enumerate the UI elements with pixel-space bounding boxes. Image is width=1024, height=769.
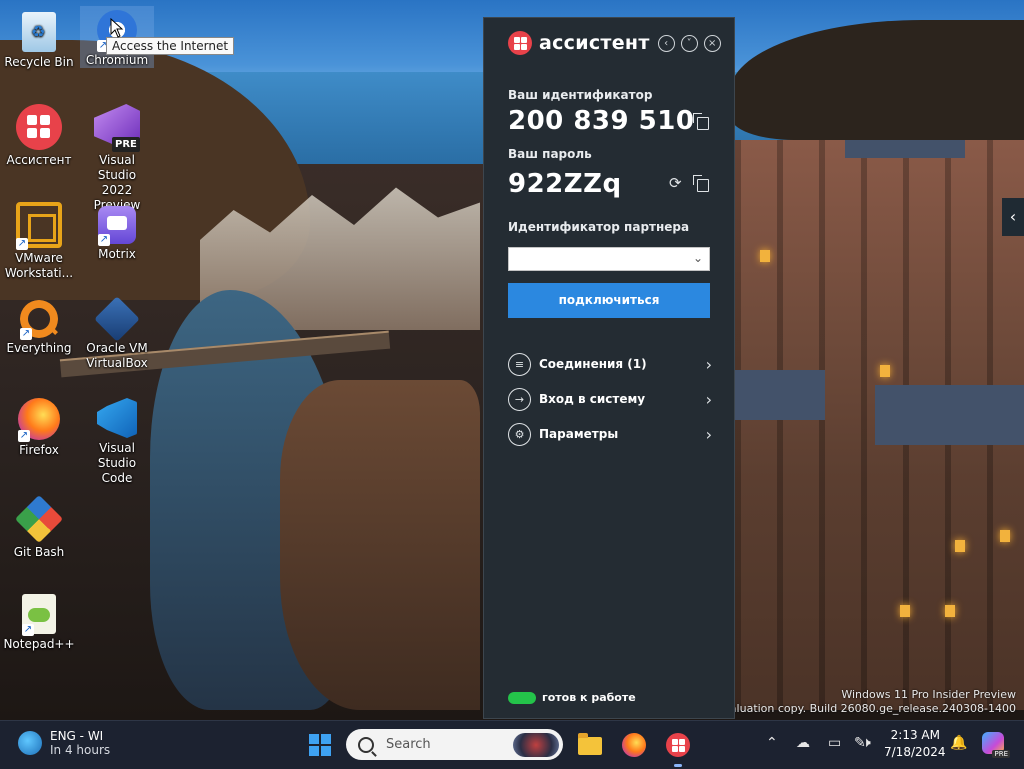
vs-preview-badge: PRE xyxy=(112,137,140,152)
status-indicator: готов к работе xyxy=(508,691,636,704)
motrix-icon: ↗ xyxy=(98,206,136,246)
refresh-password-icon[interactable]: ⟳ xyxy=(669,176,683,191)
desktop-icon-recycle-bin[interactable]: ♻ Recycle Bin xyxy=(2,8,76,70)
weather-widget[interactable]: ENG - WI In 4 hours xyxy=(18,729,110,757)
running-indicator xyxy=(674,764,682,767)
copy-id-icon[interactable] xyxy=(693,113,709,130)
tooltip: Access the Internet xyxy=(106,37,235,55)
chevron-right-icon: › xyxy=(705,354,712,374)
desktop-icon-vmware[interactable]: ↗ VMware Workstati... xyxy=(2,202,76,281)
side-panel-toggle[interactable]: ‹ xyxy=(1002,198,1024,236)
desktop-icon-everything[interactable]: ↗ Everything xyxy=(2,300,76,356)
minimize-icon[interactable]: ˅ xyxy=(680,34,698,52)
menu-item-connections[interactable]: ≡ Соединения (1) › xyxy=(508,352,712,376)
menu-item-login[interactable]: → Вход в систему › xyxy=(508,387,712,411)
menu-item-settings[interactable]: ⚙ Параметры › xyxy=(508,422,712,446)
git-bash-icon xyxy=(14,494,64,544)
status-pill xyxy=(508,691,536,704)
search-highlight-image xyxy=(513,732,559,757)
assistant-header: ассистент ‹ ˅ × xyxy=(484,18,734,68)
desktop-icon-assistant[interactable]: Ассистент xyxy=(2,104,76,168)
firefox-icon: ↗ xyxy=(18,398,60,442)
virtualbox-icon xyxy=(94,296,140,342)
taskbar-search[interactable]: Search xyxy=(346,729,563,760)
assistant-icon xyxy=(16,104,62,150)
display-icon[interactable]: ▭ xyxy=(828,735,841,751)
weather-icon xyxy=(18,731,42,755)
assistant-logo-icon xyxy=(508,31,532,55)
assistant-brand: ассистент xyxy=(539,32,650,54)
recycle-bin-icon: ♻ xyxy=(22,12,56,52)
desktop-icon-motrix[interactable]: ↗ Motrix xyxy=(80,206,154,262)
your-password-value: 922ZZq xyxy=(508,169,622,199)
chevron-right-icon: › xyxy=(705,389,712,409)
system-clock[interactable]: 2:13 AM 7/18/2024 xyxy=(884,727,946,761)
your-id-value: 200 839 510 xyxy=(508,106,695,136)
copy-password-icon[interactable] xyxy=(693,175,709,192)
windows-watermark: Windows 11 Pro Insider Preview Evaluatio… xyxy=(716,688,1016,715)
copilot-icon[interactable]: PRE xyxy=(982,732,1010,758)
desktop-icon-visual-studio-preview[interactable]: PRE Visual Studio 2022 Preview xyxy=(80,104,154,213)
partner-id-input[interactable]: ⌄ xyxy=(508,247,710,271)
desktop-icon-virtualbox[interactable]: Oracle VM VirtualBox xyxy=(80,296,154,371)
taskbar: ENG - WI In 4 hours Search ⌃ ☁ ▭ ✎ 🕨 2:1… xyxy=(0,720,1024,769)
desktop-icon-vscode[interactable]: Visual Studio Code xyxy=(80,398,154,486)
vmware-icon: ↗ xyxy=(16,202,62,250)
desktop-icon-notepadpp[interactable]: ↗ Notepad++ xyxy=(2,594,76,652)
desktop-icon-git-bash[interactable]: Git Bash xyxy=(2,494,76,560)
desktop-icon-firefox[interactable]: ↗ Firefox xyxy=(2,398,76,458)
chevron-down-icon[interactable]: ⌄ xyxy=(693,251,703,265)
start-button[interactable] xyxy=(309,734,331,756)
volume-muted-icon[interactable]: 🕨 xyxy=(862,735,871,751)
notepadpp-icon: ↗ xyxy=(22,594,56,636)
chevron-up-icon[interactable]: ⌃ xyxy=(766,735,778,751)
status-text: готов к работе xyxy=(542,691,636,704)
connect-button[interactable]: подключиться xyxy=(508,283,710,318)
your-id-label: Ваш идентификатор xyxy=(508,88,653,102)
chevron-right-icon: › xyxy=(705,424,712,444)
file-explorer-icon[interactable] xyxy=(576,731,604,759)
list-icon: ≡ xyxy=(508,352,531,376)
vscode-icon xyxy=(97,398,137,438)
assistant-icon[interactable] xyxy=(664,731,692,767)
back-icon[interactable]: ‹ xyxy=(657,34,675,52)
partner-id-label: Идентификатор партнера xyxy=(508,220,690,234)
your-password-label: Ваш пароль xyxy=(508,147,592,161)
notification-icon[interactable]: 🔔 xyxy=(950,735,967,751)
login-icon: → xyxy=(508,387,531,411)
assistant-window: ассистент ‹ ˅ × Ваш идентификатор 200 83… xyxy=(483,17,735,719)
search-icon xyxy=(358,736,374,753)
close-icon[interactable]: × xyxy=(703,34,721,52)
everything-icon: ↗ xyxy=(20,300,58,340)
cloud-off-icon[interactable]: ☁ xyxy=(796,735,810,751)
settings-icon: ⚙ xyxy=(508,422,531,446)
firefox-icon[interactable] xyxy=(620,731,648,759)
